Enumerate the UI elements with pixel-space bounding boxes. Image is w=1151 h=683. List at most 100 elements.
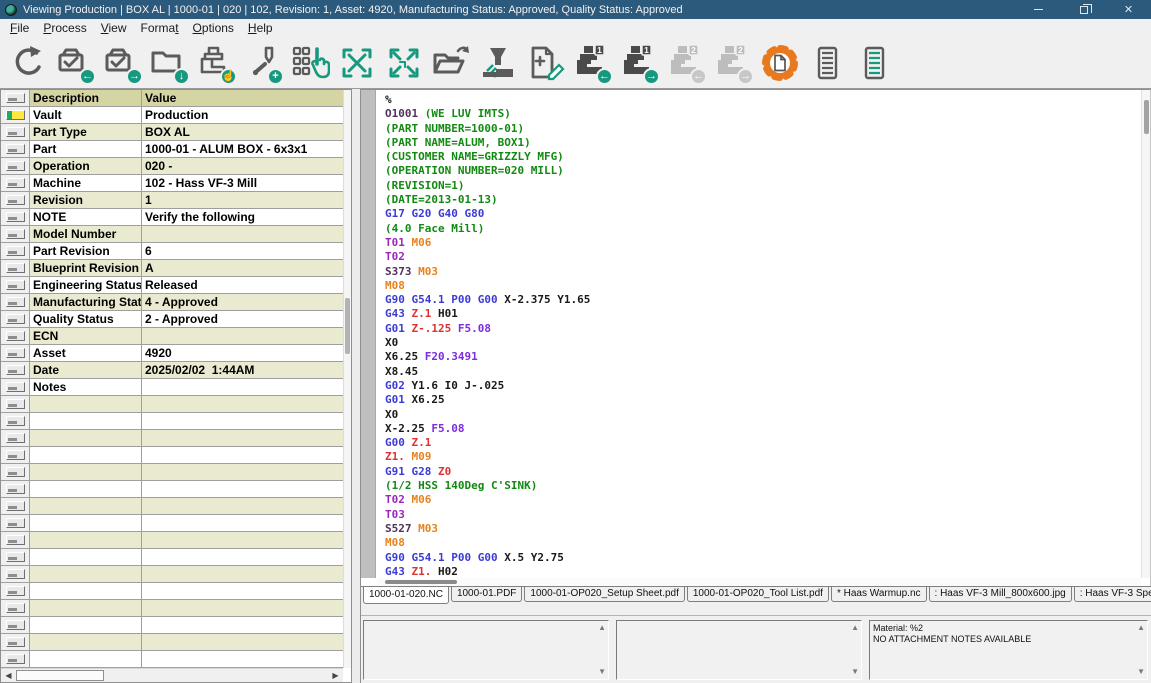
row-selector[interactable] [1, 464, 30, 481]
row-selector[interactable] [1, 651, 30, 668]
row-selector[interactable] [1, 226, 30, 243]
scroll-up-icon[interactable]: ▲ [1137, 624, 1145, 632]
row-selector[interactable] [1, 498, 30, 515]
bottom-splitter[interactable] [361, 606, 1151, 616]
scroll-up-icon[interactable]: ▲ [598, 624, 606, 632]
menu-process[interactable]: Process [36, 20, 93, 37]
row-selector[interactable] [1, 549, 30, 566]
row-selector[interactable] [1, 175, 30, 192]
row-selector[interactable] [1, 617, 30, 634]
prop-value: A [142, 260, 343, 277]
expand-icon[interactable] [335, 39, 379, 86]
editor-vscroll-thumb[interactable] [1144, 100, 1149, 134]
row-selector[interactable] [1, 566, 30, 583]
pick-hand-icon[interactable] [288, 39, 332, 86]
row-selector[interactable] [1, 141, 30, 158]
svg-text:2: 2 [691, 45, 696, 55]
row-selector[interactable] [1, 90, 30, 107]
editor-vscrollbar[interactable] [1141, 90, 1150, 578]
row-selector[interactable] [1, 583, 30, 600]
row-selector[interactable] [1, 311, 30, 328]
table-row: Revision1 [1, 192, 343, 209]
editor-hscroll-thumb[interactable] [385, 580, 457, 584]
table-vscrollbar[interactable] [343, 90, 351, 668]
scroll-left-button[interactable]: ◀ [1, 669, 16, 682]
machine1-receive-icon[interactable]: 1← [570, 39, 614, 86]
row-selector[interactable] [1, 158, 30, 175]
menu-view[interactable]: View [94, 20, 134, 37]
machine-send-icon[interactable]: ☝ [194, 39, 238, 86]
prop-description [30, 447, 142, 464]
row-selector[interactable] [1, 634, 30, 651]
table-hscroll-thumb[interactable] [16, 670, 104, 681]
row-selector[interactable] [1, 328, 30, 345]
gcode-line: G01 X6.25 [385, 393, 1140, 407]
row-selector[interactable] [1, 515, 30, 532]
folder-open-icon[interactable] [429, 39, 473, 86]
tool-add-icon[interactable]: + [241, 39, 285, 86]
row-selector[interactable] [1, 430, 30, 447]
row-selector[interactable] [1, 294, 30, 311]
row-selector[interactable] [1, 345, 30, 362]
machine1-send-icon[interactable]: 1→ [617, 39, 661, 86]
row-selector[interactable] [1, 481, 30, 498]
collapse-icon[interactable] [382, 39, 426, 86]
menu-format[interactable]: Format [134, 20, 186, 37]
row-selector[interactable] [1, 124, 30, 141]
row-selector[interactable] [1, 396, 30, 413]
row-selector[interactable] [1, 600, 30, 617]
tab-1000-01-020-nc[interactable]: 1000-01-020.NC [363, 587, 449, 604]
gcode-line: (4.0 Face Mill) [385, 222, 1140, 236]
machine2-receive-icon[interactable]: 2← [664, 39, 708, 86]
row-selector[interactable] [1, 243, 30, 260]
close-button[interactable]: ✕ [1106, 0, 1151, 19]
row-selector[interactable] [1, 107, 30, 124]
machine-setup-icon[interactable] [476, 39, 520, 86]
gcode-line: (1/2 HSS 140Deg C'SINK) [385, 479, 1140, 493]
table-hscrollbar[interactable]: ◀ ▶ [1, 668, 343, 682]
restore-button[interactable] [1061, 0, 1106, 19]
undo-icon[interactable] [6, 39, 50, 86]
tab-haas-warmup-nc[interactable]: * Haas Warmup.nc [831, 587, 927, 602]
menu-file[interactable]: File [3, 20, 36, 37]
document-add-edit-icon[interactable] [523, 39, 567, 86]
notes-panel-left[interactable]: ▲ ▼ [363, 620, 609, 680]
gear-document-icon[interactable] [758, 39, 802, 86]
panel-splitter[interactable] [352, 89, 361, 683]
tab-haas-vf-3-spec-sheet-pdf[interactable]: : Haas VF-3 Spec Sheet.pdf [1074, 587, 1151, 602]
tab-1000-01-op020-tool-list-pdf[interactable]: 1000-01-OP020_Tool List.pdf [687, 587, 829, 602]
gcode-text[interactable]: %O1001 (WE LUV IMTS)(PART NUMBER=1000-01… [377, 93, 1140, 578]
notes-panel-middle[interactable]: ▲ ▼ [616, 620, 862, 680]
row-selector[interactable] [1, 447, 30, 464]
row-selector[interactable] [1, 413, 30, 430]
menu-help[interactable]: Help [241, 20, 280, 37]
scroll-up-icon[interactable]: ▲ [851, 624, 859, 632]
notes-panel-right[interactable]: ▲ ▼ Material: %2 NO ATTACHMENT NOTES AVA… [869, 620, 1148, 680]
vault-checkin-icon[interactable]: ← [53, 39, 97, 86]
scroll-right-button[interactable]: ▶ [328, 669, 343, 682]
report-list-green-icon[interactable] [852, 39, 896, 86]
row-selector[interactable] [1, 260, 30, 277]
prop-description: Operation [30, 158, 142, 175]
editor-hscrollbar[interactable] [377, 578, 1141, 586]
report-list-icon[interactable] [805, 39, 849, 86]
row-selector[interactable] [1, 532, 30, 549]
vault-checkout-icon[interactable]: → [100, 39, 144, 86]
tab-haas-vf-3-mill-800x600-jpg[interactable]: : Haas VF-3 Mill_800x600.jpg [929, 587, 1072, 602]
scroll-down-icon[interactable]: ▼ [598, 668, 606, 676]
row-selector[interactable] [1, 209, 30, 226]
row-selector[interactable] [1, 192, 30, 209]
folder-get-icon[interactable]: ↓ [147, 39, 191, 86]
table-vscroll-thumb[interactable] [345, 298, 350, 354]
gcode-editor[interactable]: %O1001 (WE LUV IMTS)(PART NUMBER=1000-01… [361, 89, 1151, 586]
scroll-down-icon[interactable]: ▼ [851, 668, 859, 676]
menu-options[interactable]: Options [186, 20, 241, 37]
scroll-down-icon[interactable]: ▼ [1137, 668, 1145, 676]
tab-1000-01-pdf[interactable]: 1000-01.PDF [451, 587, 522, 602]
row-selector[interactable] [1, 277, 30, 294]
row-selector[interactable] [1, 362, 30, 379]
machine2-send-icon[interactable]: 2→ [711, 39, 755, 86]
row-selector[interactable] [1, 379, 30, 396]
tab-1000-01-op020-setup-sheet-pdf[interactable]: 1000-01-OP020_Setup Sheet.pdf [524, 587, 684, 602]
minimize-button[interactable] [1016, 0, 1061, 19]
